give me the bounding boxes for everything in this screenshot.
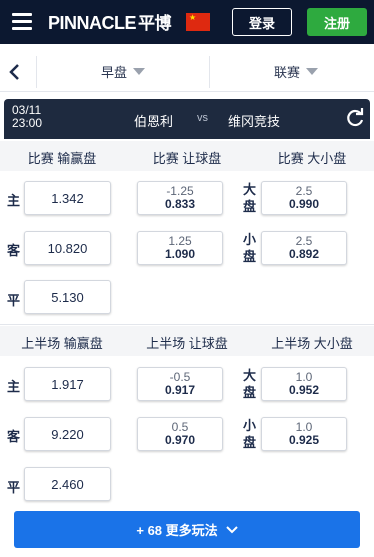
away-label: 客 <box>7 429 21 444</box>
odds-button[interactable]: -0.5 0.917 <box>137 367 223 401</box>
period-dropdown[interactable]: 早盘 <box>101 62 146 81</box>
odds-value: 0.833 <box>164 197 196 211</box>
filter-bar: 早盘 联赛 <box>0 52 374 92</box>
logo[interactable]: PINNACLE 平博 <box>48 9 172 34</box>
over-label: 大盘 <box>243 182 257 214</box>
under-label: 小盘 <box>243 418 257 450</box>
odds-value: 0.970 <box>164 433 196 447</box>
odds-button[interactable]: 2.5 0.990 <box>261 181 347 215</box>
odds-button[interactable]: 10.820 <box>24 231 111 265</box>
chevron-down-icon <box>133 68 146 75</box>
away-team: 维冈竞技 <box>228 114 281 129</box>
home-label: 主 <box>7 379 21 394</box>
divider <box>209 56 210 88</box>
odds-button[interactable]: 1.917 <box>24 367 111 401</box>
match-time: 23:00 <box>12 116 43 130</box>
odds-button[interactable]: 1.25 1.090 <box>137 231 223 265</box>
match-datetime: 03/11 23:00 <box>12 104 42 130</box>
more-markets-button[interactable]: + 68 更多玩法 <box>14 511 360 548</box>
draw-label: 平 <box>7 480 21 495</box>
odds-button[interactable]: 0.5 0.970 <box>137 417 223 451</box>
moneyline-header: 比赛 输赢盘 <box>27 151 97 166</box>
logo-text: PINNACLE <box>48 13 137 33</box>
draw-label: 平 <box>7 293 21 308</box>
period-label: 早盘 <box>101 65 128 80</box>
over-label: 大盘 <box>243 368 257 400</box>
odds-button[interactable]: 1.342 <box>24 181 111 215</box>
league-label: 联赛 <box>274 65 301 80</box>
login-button[interactable]: 登录 <box>232 8 292 36</box>
odds-value: 0.917 <box>164 383 196 397</box>
odds-button[interactable]: 2.5 0.892 <box>261 231 347 265</box>
chevron-down-icon <box>306 68 319 75</box>
odds-button[interactable]: 1.0 0.952 <box>261 367 347 401</box>
under-label: 小盘 <box>243 232 257 264</box>
odds-button[interactable]: 5.130 <box>24 280 111 314</box>
back-chevron-icon[interactable] <box>8 63 22 81</box>
odds-value: 0.925 <box>288 433 320 447</box>
odds-button[interactable]: 2.460 <box>24 467 111 501</box>
odds-value: 1.917 <box>51 377 84 392</box>
register-button[interactable]: 注册 <box>307 8 367 36</box>
home-label: 主 <box>7 193 21 208</box>
odds-button[interactable]: -1.25 0.833 <box>137 181 223 215</box>
section-divider <box>0 324 374 325</box>
china-flag-icon[interactable]: ★ <box>186 13 210 31</box>
odds-value: 10.820 <box>47 241 88 256</box>
handicap-header: 比赛 让球盘 <box>152 151 222 166</box>
odds-value: 2.460 <box>51 477 84 492</box>
home-team: 伯恩利 <box>134 114 174 129</box>
odds-value: 0.952 <box>288 383 320 397</box>
chevron-down-icon <box>225 525 238 533</box>
hamburger-icon[interactable] <box>12 13 32 30</box>
refresh-icon[interactable] <box>345 108 365 128</box>
odds-button[interactable]: 1.0 0.925 <box>261 417 347 451</box>
away-label: 客 <box>7 243 21 258</box>
half-moneyline-header: 上半场 输赢盘 <box>21 336 103 351</box>
totals-header: 比赛 大小盘 <box>277 151 347 166</box>
odds-value: 0.892 <box>288 247 320 261</box>
odds-value: 1.342 <box>51 191 84 206</box>
odds-value: 5.130 <box>51 290 84 305</box>
odds-button[interactable]: 9.220 <box>24 417 111 451</box>
first-half-headers: 上半场 输赢盘 上半场 让球盘 上半场 大小盘 <box>0 326 374 356</box>
half-handicap-header: 上半场 让球盘 <box>146 336 228 351</box>
league-dropdown[interactable]: 联赛 <box>274 62 319 81</box>
full-match-headers: 比赛 输赢盘 比赛 让球盘 比赛 大小盘 <box>0 141 374 171</box>
odds-value: 0.990 <box>288 197 320 211</box>
match-header: 03/11 23:00 伯恩利 vs 维冈竞技 <box>4 99 370 139</box>
odds-value: 9.220 <box>51 427 84 442</box>
half-totals-header: 上半场 大小盘 <box>271 336 353 351</box>
more-markets-label: + 68 更多玩法 <box>136 523 218 538</box>
logo-cn-text: 平博 <box>138 14 172 34</box>
divider <box>36 56 37 88</box>
vs-label: vs <box>197 112 208 124</box>
odds-value: 1.090 <box>164 247 196 261</box>
top-bar: PINNACLE 平博 ★ 登录 注册 <box>0 0 374 44</box>
